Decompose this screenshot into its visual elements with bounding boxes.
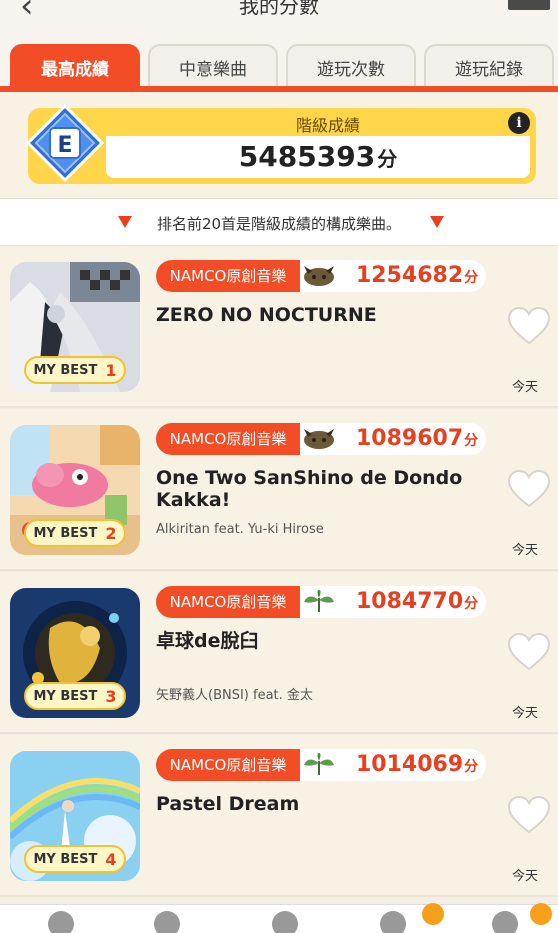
- genre-badge: NAMCO原創音樂: [156, 260, 300, 292]
- song-title: ZERO NO NOCTURNE: [156, 304, 377, 326]
- song-jacket-image: MY BEST 1: [10, 262, 140, 392]
- song-title: One Two SanShino de Dondo Kakka!: [156, 467, 463, 511]
- leaf-icon: [304, 590, 334, 612]
- song-date: 今天: [512, 706, 539, 721]
- more-icon[interactable]: [492, 911, 518, 933]
- triangle-down-icon: [430, 216, 444, 228]
- heart-icon[interactable]: [506, 306, 552, 346]
- tab-best-scores[interactable]: 最高成績: [10, 44, 140, 88]
- rank-grade-letter: E: [57, 133, 72, 158]
- song-jacket-image: MY BEST 3: [10, 588, 140, 718]
- song-title: 卓球de脫臼: [156, 630, 259, 652]
- song-jacket-image: MY BEST 2: [10, 425, 140, 555]
- search-icon[interactable]: [154, 911, 180, 933]
- my-best-label: MY BEST: [33, 525, 98, 541]
- my-best-badge: MY BEST 3: [24, 682, 126, 710]
- home-icon[interactable]: [48, 911, 74, 933]
- song-badge-row: NAMCO原創音樂 1254682分: [156, 260, 486, 292]
- song-score-value: 1089607: [356, 426, 464, 451]
- my-best-rank: 3: [105, 686, 117, 706]
- song-score: 1014069分: [356, 749, 478, 783]
- leaf-icon: [304, 753, 334, 775]
- my-best-badge: MY BEST 1: [24, 356, 126, 384]
- song-badge-row: NAMCO原創音樂 1089607分: [156, 423, 486, 455]
- heart-icon[interactable]: [506, 795, 552, 835]
- song-jacket-image: MY BEST 4: [10, 751, 140, 881]
- song-score: 1084770分: [356, 586, 478, 620]
- genre-badge: NAMCO原創音樂: [156, 586, 300, 618]
- song-row[interactable]: MY BEST 3 NAMCO原創音樂 1084770分 卓球de脫臼 矢野義人(…: [0, 572, 558, 734]
- music-note-icon[interactable]: [272, 911, 298, 933]
- rank-label: 階級成績: [295, 116, 360, 135]
- tab-favorite-songs[interactable]: 中意樂曲: [148, 44, 278, 88]
- menu-icon[interactable]: [508, 0, 550, 10]
- my-best-badge: MY BEST 4: [24, 845, 126, 873]
- song-date: 今天: [512, 869, 539, 884]
- song-title: Pastel Dream: [156, 793, 300, 815]
- rank-grade-badge: E: [26, 104, 104, 182]
- song-row[interactable]: MY BEST 4 NAMCO原創音樂 1014069分 Pastel Dream…: [0, 735, 558, 897]
- my-best-label: MY BEST: [33, 851, 98, 867]
- genre-badge: NAMCO原創音樂: [156, 423, 300, 455]
- my-best-badge: MY BEST 2: [24, 519, 126, 547]
- notice-text: 排名前20首是階級成績的構成樂曲。: [156, 215, 402, 233]
- oni-icon: [304, 429, 334, 449]
- rank-score-unit: 分: [377, 147, 398, 171]
- notice-bar: 排名前20首是階級成績的構成樂曲。: [0, 198, 558, 246]
- song-score: 1089607分: [356, 423, 478, 457]
- song-score-unit: 分: [464, 596, 479, 612]
- profile-icon[interactable]: [380, 911, 406, 933]
- my-best-rank: 4: [105, 849, 117, 869]
- rank-score-box: 5485393 分: [106, 136, 530, 178]
- song-badge-row: NAMCO原創音樂 1014069分: [156, 749, 486, 781]
- notification-badge: [530, 903, 552, 925]
- heart-icon[interactable]: [506, 469, 552, 509]
- song-row[interactable]: MY BEST 1 NAMCO原創音樂 1254682分 ZERO NO NOCT…: [0, 246, 558, 408]
- my-best-label: MY BEST: [33, 688, 98, 704]
- tab-play-count[interactable]: 遊玩次數: [286, 44, 416, 88]
- top-bar: ‹ 我的分數: [0, 0, 558, 40]
- info-icon[interactable]: i: [508, 112, 530, 134]
- bottom-nav: [0, 903, 558, 933]
- song-artist: Alkiritan feat. Yu-ki Hirose: [156, 522, 324, 537]
- song-score: 1254682分: [356, 260, 478, 294]
- my-best-rank: 2: [105, 523, 117, 543]
- song-date: 今天: [512, 543, 539, 558]
- rank-score-value: 5485393: [238, 140, 376, 173]
- song-score-unit: 分: [464, 270, 479, 286]
- heart-icon[interactable]: [506, 632, 552, 672]
- oni-icon: [304, 266, 334, 286]
- song-score-unit: 分: [464, 433, 479, 449]
- rank-panel: E 階級成績 i 5485393 分: [0, 92, 558, 198]
- my-best-rank: 1: [105, 360, 117, 380]
- my-best-label: MY BEST: [33, 362, 98, 378]
- tab-play-history[interactable]: 遊玩紀錄: [424, 44, 554, 88]
- song-badge-row: NAMCO原創音樂 1084770分: [156, 586, 486, 618]
- tab-bar: 最高成績 中意樂曲 遊玩次數 遊玩紀錄: [0, 40, 558, 90]
- song-score-value: 1014069: [356, 752, 464, 777]
- notification-badge: [422, 903, 444, 925]
- genre-badge: NAMCO原創音樂: [156, 749, 300, 781]
- song-row[interactable]: MY BEST 2 NAMCO原創音樂 1089607分 One Two SanS…: [0, 409, 558, 571]
- song-score-value: 1084770: [356, 589, 464, 614]
- page-title: 我的分數: [239, 0, 319, 18]
- song-score-unit: 分: [464, 759, 479, 775]
- song-date: 今天: [512, 380, 539, 395]
- song-artist: 矢野義人(BNSI) feat. 金太: [156, 688, 313, 703]
- song-score-value: 1254682: [356, 263, 464, 288]
- rank-card: E 階級成績 i 5485393 分: [26, 104, 536, 184]
